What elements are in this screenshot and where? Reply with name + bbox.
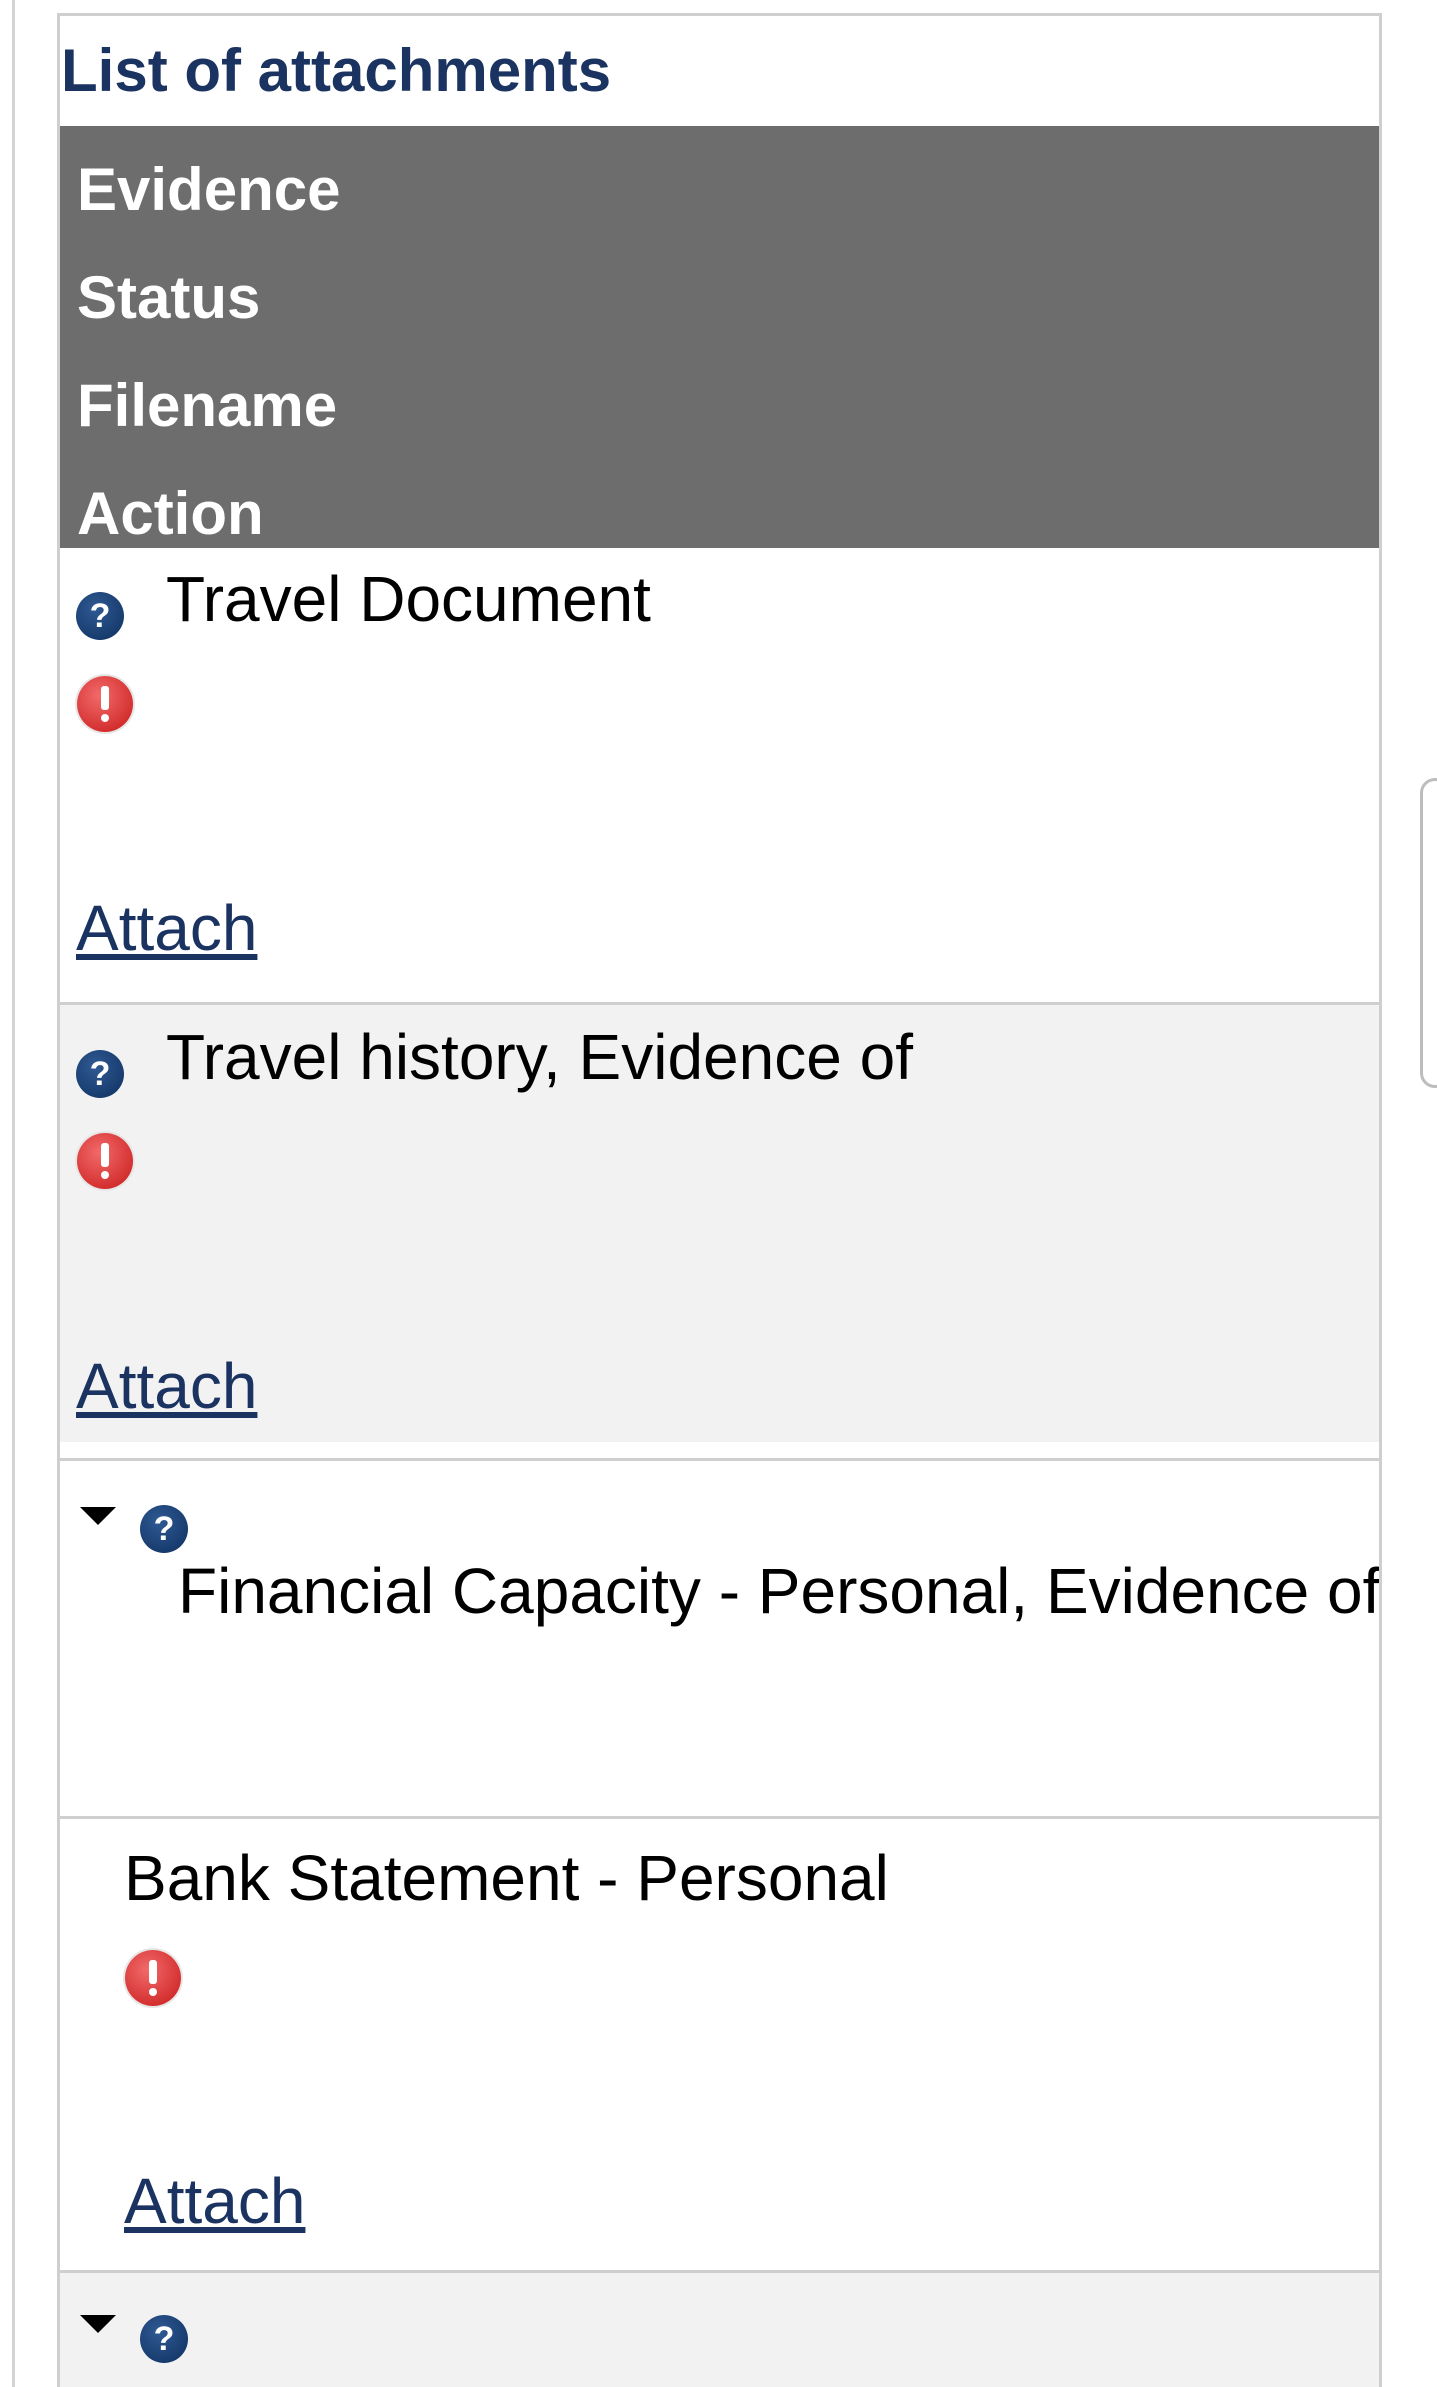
table-row: ? Travel history, Evidence of Attach xyxy=(60,1005,1379,1442)
attach-link[interactable]: Attach xyxy=(76,1349,257,1423)
caret-down-icon[interactable] xyxy=(80,2315,116,2333)
evidence-label: Travel Document xyxy=(166,563,651,635)
row-gap xyxy=(60,1442,1379,1458)
column-header-status: Status xyxy=(77,264,261,331)
side-scroll-handle[interactable] xyxy=(1420,778,1437,1088)
panel-title: List of attachments xyxy=(61,37,612,104)
warning-icon xyxy=(125,1950,181,2006)
page-left-border xyxy=(12,0,15,2387)
caret-down-icon[interactable] xyxy=(80,1507,116,1525)
table-row-group: ? xyxy=(60,2273,1379,2387)
column-header-evidence: Evidence xyxy=(77,156,341,223)
help-icon[interactable]: ? xyxy=(76,592,124,640)
table-header: Evidence Status Filename Action xyxy=(60,126,1379,548)
table-row: ? Travel Document Attach xyxy=(60,548,1379,1002)
help-icon[interactable]: ? xyxy=(140,2315,188,2363)
attach-link[interactable]: Attach xyxy=(76,891,257,965)
column-header-filename: Filename xyxy=(77,372,338,439)
help-icon[interactable]: ? xyxy=(76,1050,124,1098)
help-icon[interactable]: ? xyxy=(140,1505,188,1553)
evidence-label: Travel history, Evidence of xyxy=(166,1021,913,1093)
evidence-label: Bank Statement - Personal xyxy=(124,1842,889,1914)
table-row-group: ? Financial Capacity - Personal, Evidenc… xyxy=(60,1461,1379,1816)
table-row-subitem: Bank Statement - Personal Attach xyxy=(60,1819,1379,2270)
evidence-group-label: Financial Capacity - Personal, Evidence … xyxy=(178,1555,1381,1627)
attachments-panel: List of attachments Evidence Status File… xyxy=(57,13,1382,2387)
warning-icon xyxy=(77,1133,133,1189)
warning-icon xyxy=(77,676,133,732)
attach-link[interactable]: Attach xyxy=(124,2164,305,2238)
